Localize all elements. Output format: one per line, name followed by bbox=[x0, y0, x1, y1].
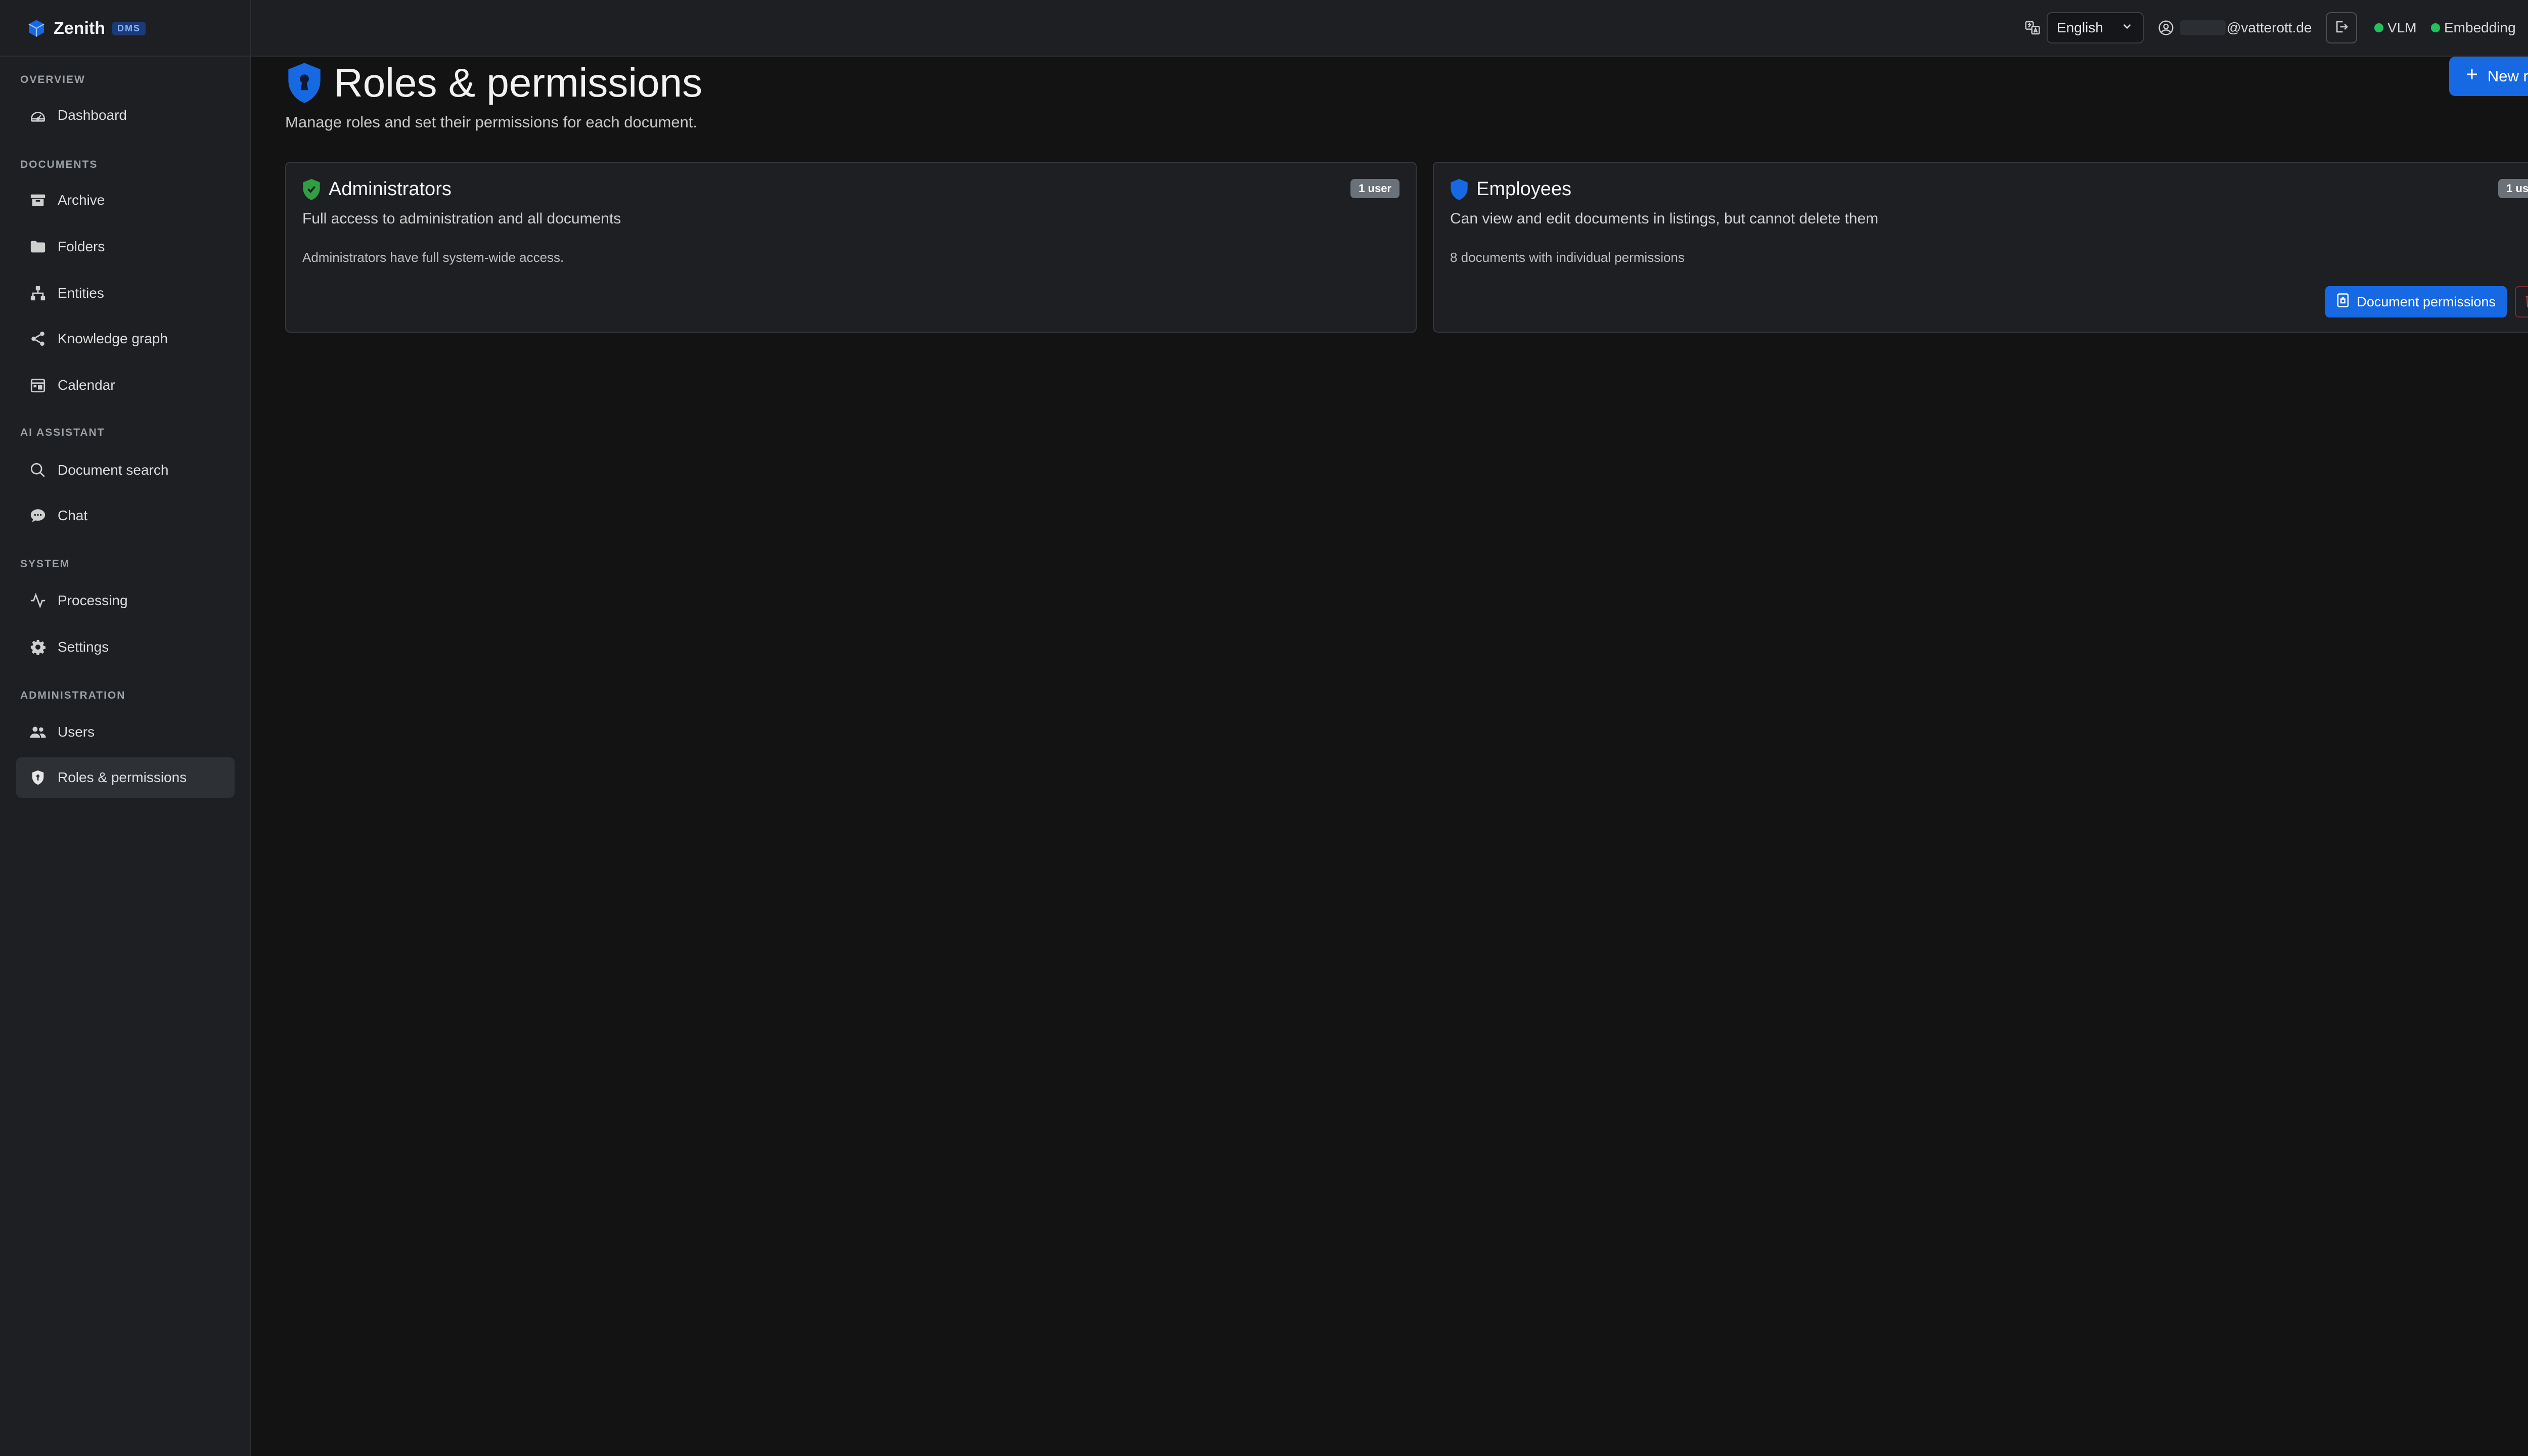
share-graph-icon bbox=[29, 330, 47, 347]
email-redaction bbox=[2180, 20, 2226, 35]
sidebar-item-settings[interactable]: Settings bbox=[16, 627, 235, 667]
sidebar-item-label: Entities bbox=[58, 285, 104, 301]
sidebar-item-archive[interactable]: Archive bbox=[16, 180, 235, 220]
role-description: Can view and edit documents in listings,… bbox=[1450, 210, 1879, 227]
sidebar-item-label: Folders bbox=[58, 239, 105, 254]
role-card-administrators: Administrators 1 user Full access to adm… bbox=[285, 162, 1417, 333]
sidebar-item-label: Settings bbox=[58, 639, 109, 655]
sidebar-item-dashboard[interactable]: Dashboard bbox=[16, 95, 235, 135]
translate-icon bbox=[2024, 0, 2041, 56]
brand[interactable]: Zenith DMS bbox=[26, 17, 146, 39]
status-dot-icon bbox=[2374, 23, 2383, 32]
user-email: @vatterott.de bbox=[2180, 0, 2312, 56]
status-vlm: VLM bbox=[2374, 0, 2417, 56]
user-email-domain: @vatterott.de bbox=[2227, 20, 2312, 35]
sidebar-item-label: Calendar bbox=[58, 377, 115, 393]
sidebar-item-label: Users bbox=[58, 724, 95, 740]
sidebar-item-entities[interactable]: Entities bbox=[16, 273, 235, 313]
role-note: Administrators have full system-wide acc… bbox=[302, 250, 564, 265]
brand-badge: DMS bbox=[112, 21, 146, 35]
section-label-administration: ADMINISTRATION bbox=[20, 690, 126, 701]
sidebar-item-folders[interactable]: Folders bbox=[16, 226, 235, 267]
gear-icon bbox=[29, 639, 47, 656]
section-label-ai-assistant: AI ASSISTANT bbox=[20, 427, 105, 438]
section-label-overview: OVERVIEW bbox=[20, 74, 85, 85]
page-title: Roles & permissions bbox=[334, 60, 703, 105]
language-select[interactable]: English bbox=[2047, 12, 2144, 43]
role-name: Administrators bbox=[329, 178, 452, 200]
sidebar-item-users[interactable]: Users bbox=[16, 712, 235, 752]
role-note: 8 documents with individual permissions bbox=[1450, 250, 1685, 265]
page-subtitle: Manage roles and set their permissions f… bbox=[285, 113, 698, 131]
status-dot-icon bbox=[2431, 23, 2440, 32]
archive-icon bbox=[29, 192, 47, 209]
section-label-system: SYSTEM bbox=[20, 558, 70, 570]
sidebar-item-label: Archive bbox=[58, 192, 105, 208]
hierarchy-icon bbox=[29, 285, 47, 302]
plus-icon bbox=[2464, 67, 2479, 86]
document-permissions-label: Document permissions bbox=[2357, 294, 2496, 309]
user-count-badge: 1 user bbox=[1350, 179, 1400, 198]
document-permissions-button[interactable]: Document permissions bbox=[2325, 286, 2507, 317]
role-card-employees: Employees 1 user Can view and edit docum… bbox=[1433, 162, 2528, 333]
sidebar-item-label: Roles & permissions bbox=[58, 769, 187, 785]
sidebar-item-processing[interactable]: Processing bbox=[16, 580, 235, 621]
page-header: Roles & permissions bbox=[285, 59, 702, 107]
user-circle-icon bbox=[2158, 0, 2174, 56]
shield-keyhole-icon bbox=[285, 61, 324, 105]
shield-check-icon bbox=[301, 178, 322, 200]
sidebar-divider bbox=[0, 56, 250, 57]
app-root: Zenith DMS OVERVIEW Dashboard DOCUMENTS … bbox=[0, 0, 2528, 1456]
sidebar-item-label: Processing bbox=[58, 593, 128, 608]
new-role-button[interactable]: New role bbox=[2449, 57, 2528, 96]
sidebar-item-roles-permissions[interactable]: Roles & permissions bbox=[16, 757, 235, 798]
trash-icon bbox=[2524, 293, 2528, 311]
new-role-label: New role bbox=[2487, 67, 2528, 85]
role-name: Employees bbox=[1476, 178, 1571, 200]
sidebar-item-label: Knowledge graph bbox=[58, 331, 168, 346]
gauge-icon bbox=[29, 107, 47, 124]
role-description: Full access to administration and all do… bbox=[302, 210, 621, 227]
status-vlm-label: VLM bbox=[2387, 20, 2417, 35]
document-icon bbox=[2336, 293, 2350, 311]
role-card-header: Employees bbox=[1449, 178, 1571, 200]
sidebar-item-label: Document search bbox=[58, 462, 169, 478]
status-embedding-label: Embedding bbox=[2444, 20, 2516, 35]
calendar-icon bbox=[29, 377, 47, 394]
logout-button[interactable] bbox=[2326, 12, 2357, 43]
search-icon bbox=[29, 462, 47, 479]
brand-name: Zenith bbox=[54, 18, 105, 38]
sidebar-item-label: Dashboard bbox=[58, 107, 127, 123]
sidebar-item-chat[interactable]: Chat bbox=[16, 495, 235, 536]
shield-icon bbox=[1449, 178, 1469, 200]
sidebar-item-knowledge-graph[interactable]: Knowledge graph bbox=[16, 318, 235, 359]
role-card-header: Administrators bbox=[301, 178, 452, 200]
topbar: English @vatterott.de VLM Embedding bbox=[251, 0, 2528, 57]
user-count-badge: 1 user bbox=[2498, 179, 2528, 198]
users-icon bbox=[29, 723, 47, 741]
chevron-down-icon bbox=[2120, 20, 2134, 36]
status-embedding: Embedding bbox=[2431, 0, 2516, 56]
sidebar-item-calendar[interactable]: Calendar bbox=[16, 365, 235, 405]
section-label-documents: DOCUMENTS bbox=[20, 159, 98, 170]
shield-icon bbox=[29, 769, 47, 786]
activity-icon bbox=[29, 592, 47, 609]
sidebar-item-document-search[interactable]: Document search bbox=[16, 450, 235, 490]
cube-logo-icon bbox=[26, 18, 47, 38]
logout-icon bbox=[2334, 19, 2349, 37]
sidebar: Zenith DMS OVERVIEW Dashboard DOCUMENTS … bbox=[0, 0, 251, 1456]
language-select-value: English bbox=[2057, 20, 2103, 35]
delete-role-button[interactable] bbox=[2515, 286, 2528, 317]
folder-icon bbox=[29, 238, 47, 255]
chat-icon bbox=[29, 507, 47, 524]
sidebar-item-label: Chat bbox=[58, 508, 88, 523]
